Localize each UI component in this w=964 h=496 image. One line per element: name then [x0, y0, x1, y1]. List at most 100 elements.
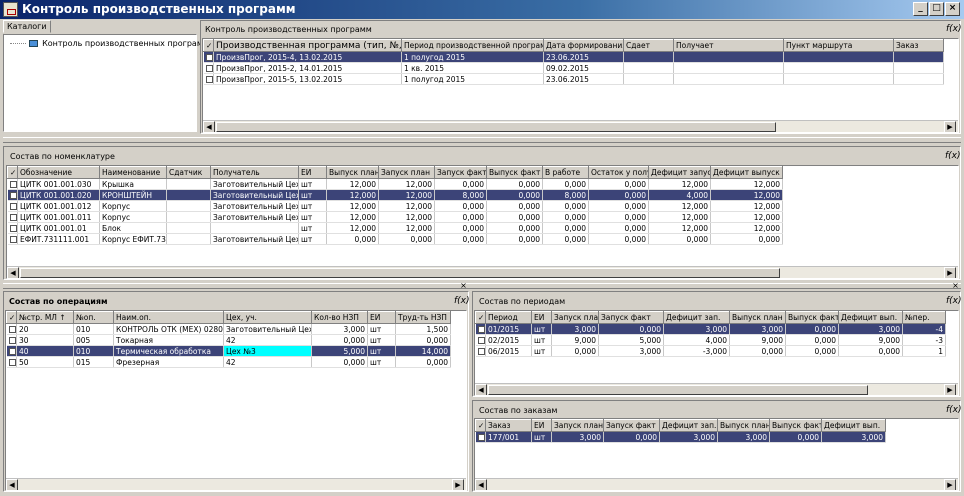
table-row[interactable]: 01/2015 шт 3,000 0,000 3,000 3,000 0,000 3,000-…: [475, 323, 946, 335]
table-row[interactable]: 50 015 Фрезерная 42 0,000 шт 0,000: [6, 356, 451, 368]
col-sdaet[interactable]: Сдает: [623, 39, 674, 52]
col-output-plan[interactable]: Выпуск план: [326, 166, 379, 179]
close-icon[interactable]: ×: [951, 282, 960, 291]
col-sdatchik[interactable]: Сдатчик: [166, 166, 211, 179]
col-check[interactable]: ✓: [6, 311, 17, 324]
table-row[interactable]: 06/2015 шт 0,000 3,000 -3,000 0,000 0,000 0,000…: [475, 345, 946, 357]
col-launch-deficit[interactable]: Дефицит запуск: [648, 166, 711, 179]
scroll-right-icon[interactable]: ▶: [944, 479, 956, 490]
table-row[interactable]: ЦИТК 001.001.011 Корпус Заготовительный Це…: [7, 211, 783, 223]
col-receiver[interactable]: Получатель: [210, 166, 299, 179]
scroll-thumb[interactable]: [216, 122, 776, 132]
col-remainder[interactable]: Остаток у получ: [588, 166, 649, 179]
scroll-left-icon[interactable]: ◀: [7, 267, 19, 278]
col-period[interactable]: Период: [485, 311, 532, 324]
col-wip-qty[interactable]: Кол-во НЗП: [311, 311, 368, 324]
col-ml-line[interactable]: №стр. МЛ ↑: [16, 311, 74, 324]
horizontal-scrollbar[interactable]: ◀ ▶: [203, 120, 958, 132]
fx-icon[interactable]: f(x): [946, 24, 962, 34]
scroll-left-icon[interactable]: ◀: [6, 479, 18, 490]
col-output-fact[interactable]: Выпуск факт: [769, 419, 822, 432]
col-order[interactable]: Заказ: [893, 39, 944, 52]
row-checkbox[interactable]: [6, 334, 17, 346]
scroll-left-icon[interactable]: ◀: [475, 479, 487, 490]
col-op-number[interactable]: №оп.: [73, 311, 114, 324]
table-row[interactable]: ЕФИТ.731111.001 Корпус ЕФИТ.731: Заготовит…: [7, 233, 783, 245]
horizontal-scrollbar[interactable]: ◀ ▶: [7, 266, 958, 278]
row-checkbox[interactable]: [475, 334, 486, 346]
table-row[interactable]: ЦИТК 001.001.01 Блок шт 12,000 12,000 0,000 0,…: [7, 222, 783, 234]
row-checkbox[interactable]: [7, 178, 18, 190]
col-route[interactable]: Пункт маршрута: [783, 39, 894, 52]
row-checkbox[interactable]: [203, 62, 214, 74]
col-output-deficit[interactable]: Дефицит выпуск: [710, 166, 783, 179]
scroll-right-icon[interactable]: ▶: [944, 121, 956, 132]
col-output-fact[interactable]: Выпуск факт: [486, 166, 543, 179]
col-program[interactable]: Производственная программа (тип, №, дата…: [213, 39, 402, 52]
row-checkbox[interactable]: [7, 233, 18, 245]
col-period[interactable]: Период производственной программы: [401, 39, 544, 52]
close-icon[interactable]: ×: [459, 282, 468, 291]
col-launch-fact[interactable]: Запуск факт: [603, 419, 660, 432]
fx-icon[interactable]: f(x): [454, 296, 470, 306]
row-checkbox[interactable]: [203, 51, 214, 63]
col-order[interactable]: Заказ: [485, 419, 532, 432]
scroll-right-icon[interactable]: ▶: [452, 479, 464, 490]
table-row[interactable]: ЦИТК 001.001.030 Крышка Заготовительный Це…: [7, 178, 783, 190]
col-in-work[interactable]: В работе: [542, 166, 589, 179]
scroll-right-icon[interactable]: ▶: [944, 267, 956, 278]
tree-item-programs[interactable]: Контроль производственных программ: [10, 39, 209, 48]
col-output-plan[interactable]: Выпуск план: [729, 311, 786, 324]
col-unit[interactable]: ЕИ: [531, 419, 552, 432]
col-launch-plan[interactable]: Запуск план: [551, 311, 599, 324]
col-workshop[interactable]: Цех, уч.: [223, 311, 312, 324]
col-check[interactable]: ✓: [475, 311, 486, 324]
horizontal-scrollbar[interactable]: ◀ ▶: [475, 383, 958, 395]
scroll-left-icon[interactable]: ◀: [203, 121, 215, 132]
table-row[interactable]: 40 010 Термическая обработка Цех №3 5,000 шт 1…: [6, 345, 451, 357]
maximize-button[interactable]: □: [929, 2, 944, 16]
col-check[interactable]: ✓: [203, 39, 214, 52]
row-checkbox[interactable]: [7, 222, 18, 234]
row-checkbox[interactable]: [475, 345, 486, 357]
row-checkbox[interactable]: [475, 323, 486, 335]
col-date[interactable]: Дата формирования: [543, 39, 624, 52]
table-row[interactable]: 177/001 шт 3,000 0,000 3,000 3,000 0,000 3,000: [475, 431, 886, 443]
minimize-button[interactable]: _: [913, 2, 928, 16]
scroll-thumb[interactable]: [20, 268, 780, 278]
col-launch-deficit[interactable]: Дефицит зап.: [663, 311, 730, 324]
horizontal-scrollbar[interactable]: ◀ ▶: [475, 478, 958, 490]
col-launch-plan[interactable]: Запуск план: [378, 166, 435, 179]
row-checkbox[interactable]: [6, 345, 17, 357]
horizontal-splitter[interactable]: [3, 283, 961, 289]
col-unit[interactable]: ЕИ: [531, 311, 552, 324]
row-checkbox[interactable]: [7, 200, 18, 212]
table-row[interactable]: 20 010 КОНТРОЛЬ ОТК (МЕХ) 0280 Заготовитель…: [6, 323, 451, 335]
col-launch-fact[interactable]: Запуск факт: [434, 166, 487, 179]
row-checkbox[interactable]: [7, 189, 18, 201]
tab-catalogs[interactable]: Каталоги: [3, 20, 51, 33]
close-button[interactable]: ×: [945, 2, 960, 16]
col-unit[interactable]: ЕИ: [298, 166, 327, 179]
col-launch-plan[interactable]: Запуск план: [551, 419, 604, 432]
table-row[interactable]: ЦИТК 001.001.012 Корпус Заготовительный Це…: [7, 200, 783, 212]
row-checkbox[interactable]: [475, 431, 486, 443]
col-unit[interactable]: ЕИ: [367, 311, 396, 324]
table-row[interactable]: ПроизвПрог, 2015-4, 13.02.2015 1 полугод…: [203, 51, 944, 63]
scroll-right-icon[interactable]: ▶: [944, 384, 956, 395]
col-wip-labor[interactable]: Труд-ть НЗП: [395, 311, 451, 324]
horizontal-splitter[interactable]: [3, 137, 961, 143]
table-row[interactable]: 02/2015 шт 9,000 5,000 4,000 9,000 0,000 9,000-…: [475, 334, 946, 346]
row-checkbox[interactable]: [6, 323, 17, 335]
row-checkbox[interactable]: [7, 211, 18, 223]
fx-icon[interactable]: f(x): [946, 405, 962, 415]
table-row[interactable]: 30 005 Токарная 42 0,000 шт 0,000: [6, 334, 451, 346]
fx-icon[interactable]: f(x): [946, 296, 962, 306]
col-launch-deficit[interactable]: Дефицит зап.: [659, 419, 718, 432]
col-period-number[interactable]: №пер.: [902, 311, 946, 324]
scroll-thumb[interactable]: [488, 385, 868, 395]
col-launch-fact[interactable]: Запуск факт: [598, 311, 664, 324]
table-row[interactable]: ЦИТК 001.001.020 КРОНШТЕЙН Заготовительный…: [7, 189, 783, 201]
scroll-left-icon[interactable]: ◀: [475, 384, 487, 395]
table-row[interactable]: ПроизвПрог, 2015-2, 14.01.2015 1 кв. 201…: [203, 62, 944, 74]
